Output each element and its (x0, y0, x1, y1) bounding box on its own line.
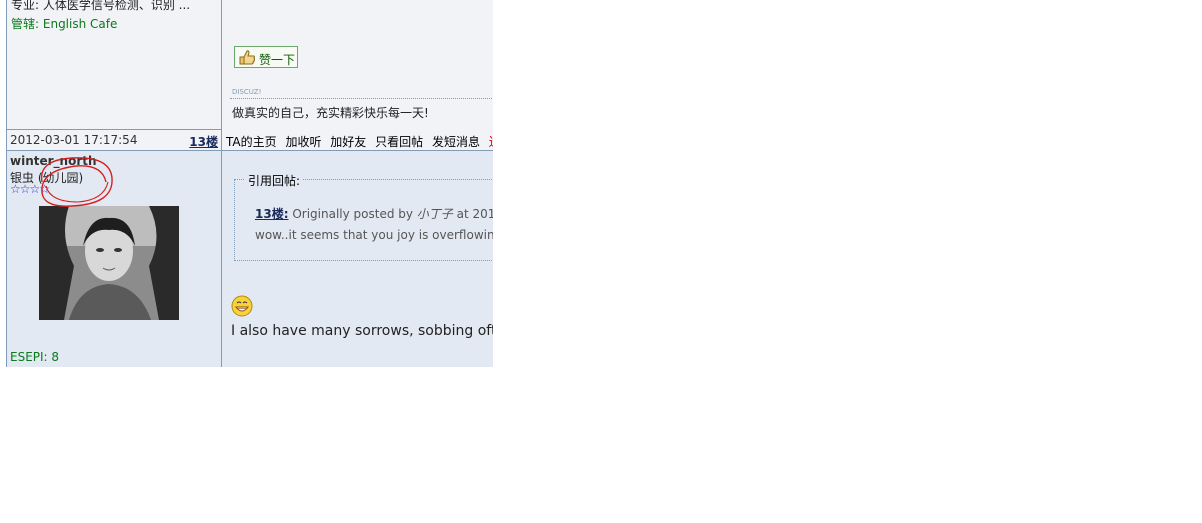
quote-floor-link[interactable]: 13楼: (255, 207, 289, 221)
thumbs-up-icon (239, 50, 255, 65)
avatar-photo (39, 206, 179, 320)
signature-divider (230, 98, 493, 99)
author-sidebar-previous: 专业: 人体医学信号检测、识别 ... 管辖: English Cafe (6, 0, 222, 130)
post-header-bar: 2012-03-01 17:17:54 13楼 TA的主页 加收听 加好友 只看… (6, 130, 493, 151)
link-follow[interactable]: 加收听 (285, 135, 321, 149)
role-value[interactable]: English Cafe (43, 17, 117, 31)
avatar[interactable] (39, 206, 179, 320)
quote-title: 引用回帖: (245, 172, 304, 189)
quote-attribution: 13楼: Originally posted by 小丁子 at 2012-03 (255, 205, 493, 222)
post-body-previous: 赞一下 DISCUZ! 做真实的自己，充实精彩快乐每一天! (222, 0, 493, 131)
post-header-left: 2012-03-01 17:17:54 13楼 (6, 130, 222, 151)
post-body: 引用回帖: 13楼: Originally posted by 小丁子 at 2… (222, 151, 493, 367)
link-add-friend[interactable]: 加好友 (330, 135, 366, 149)
author-specialty: 专业: 人体医学信号检测、识别 ... (11, 0, 191, 12)
forum-thread: 专业: 人体医学信号检测、识别 ... 管辖: English Cafe 赞一下… (6, 0, 493, 367)
quote-at: at 2012-03 (456, 207, 493, 221)
author-esepi: ESEPI: 8 (10, 350, 60, 364)
floor-number-link[interactable]: 13楼 (189, 133, 218, 150)
signature-watermark: DISCUZ! (232, 88, 262, 96)
quote-by: Originally posted by (288, 207, 417, 221)
post-action-links: TA的主页 加收听 加好友 只看回帖 发短消息 送 (226, 133, 493, 150)
author-role: 管辖: English Cafe (11, 15, 117, 32)
like-button-label: 赞一下 (259, 53, 296, 67)
link-send-gift[interactable]: 送 (489, 135, 493, 149)
role-label: 管辖: (11, 17, 40, 31)
grin-emoji-icon (231, 295, 253, 317)
post-message: I also have many sorrows, sobbing often. (231, 323, 493, 339)
quote-author: 小丁子 (416, 207, 453, 221)
post-timestamp: 2012-03-01 17:17:54 (10, 133, 138, 147)
link-send-message[interactable]: 发短消息 (432, 135, 480, 149)
quote-block: 引用回帖: 13楼: Originally posted by 小丁子 at 2… (234, 172, 493, 261)
signature-text: 做真实的自己，充实精彩快乐每一天! (232, 106, 429, 120)
like-button[interactable]: 赞一下 (234, 46, 298, 68)
link-home[interactable]: TA的主页 (226, 135, 277, 149)
red-annotation-circle (40, 157, 113, 207)
link-only-replies[interactable]: 只看回帖 (375, 135, 423, 149)
quote-text: wow..it seems that you joy is overflowin… (255, 228, 493, 242)
